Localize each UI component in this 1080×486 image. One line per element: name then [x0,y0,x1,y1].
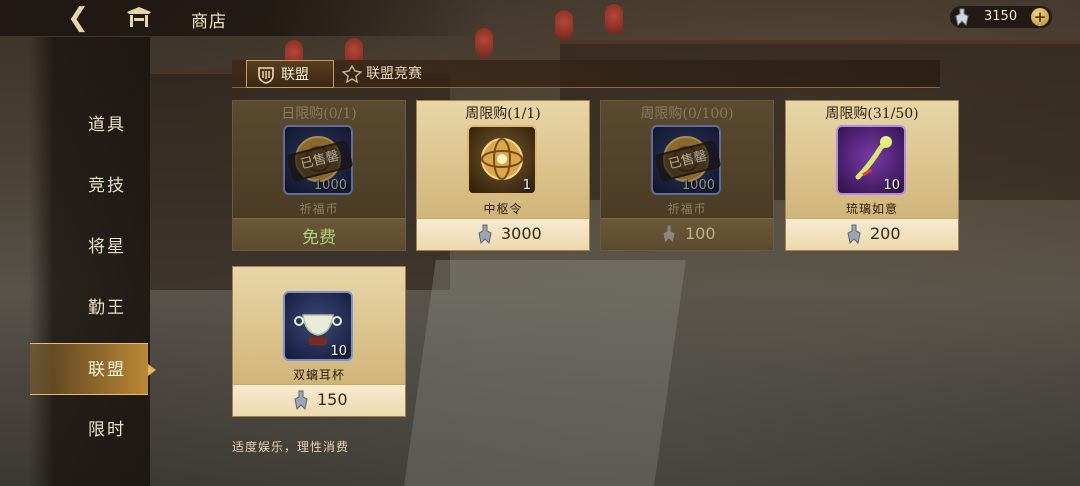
sidebar-item-limited[interactable]: 限时 [30,404,148,456]
item-price: 150 [317,390,348,409]
price-bar[interactable]: 100 [601,218,773,250]
item-name: 祈福币 [667,202,707,216]
token-icon [291,389,311,415]
purchase-limit: 周限购(1/1) [465,106,541,122]
item-icon-box: 1000 已售罄 [651,125,722,195]
item-icon-box: 1 [467,125,537,195]
shop-item-card[interactable]: 10 双螭耳杯 150 [232,266,406,417]
purchase-limit: 周限购(31/50) [825,106,919,122]
shop-item-card[interactable]: 日限购(0/1) 1000 已售罄 祈福币 免费 [232,100,406,251]
purchase-limit: 日限购(0/1) [281,106,357,122]
shop-item-card[interactable]: 周限购(1/1) 1 中枢令 3000 [416,100,590,251]
page-title: 商店 [191,12,227,32]
item-quantity: 10 [883,178,900,193]
sidebar-item-arena[interactable]: 竞技 [30,160,148,212]
category-sidebar: 道具 竞技 将星 勤王 联盟 限时 [30,37,156,486]
item-icon-box: 10 [836,125,906,195]
sidebar-item-general-star[interactable]: 将星 [30,221,148,273]
item-quantity: 1000 [681,178,715,193]
currency-display: 3150 + [950,6,1052,28]
item-price: 3000 [501,224,542,243]
sidebar-item-alliance[interactable]: 联盟 [30,343,156,395]
item-quantity: 1 [522,178,531,193]
back-arrow-icon[interactable]: ❮ [58,4,98,32]
shield-icon [257,66,275,94]
item-quantity: 10 [330,344,347,359]
add-currency-button[interactable]: + [1031,8,1049,26]
token-icon [659,223,679,249]
item-name: 祈福币 [299,202,339,216]
background-road [404,260,686,486]
item-name: 中枢令 [483,202,523,216]
token-icon [475,223,495,249]
item-icon-box: 1000 已售罄 [283,125,354,195]
shop-tab-bar: 联盟 联盟竞赛 [232,60,940,88]
top-bar: ❮ 商店 3150 + [0,0,1080,36]
tab-alliance[interactable]: 联盟 [246,60,334,88]
free-label: 免费 [302,228,336,248]
sidebar-item-royal-aid[interactable]: 勤王 [30,282,148,334]
item-name: 琉璃如意 [845,202,898,216]
price-bar[interactable]: 免费 [233,218,405,250]
footer-note: 适度娱乐，理性消费 [232,440,350,454]
shop-item-card[interactable]: 周限购(31/50) 10 琉璃如意 200 [785,100,959,251]
tab-alliance-contest[interactable]: 联盟竞赛 [332,60,452,88]
gate-icon[interactable] [125,6,153,28]
item-price: 100 [685,224,716,243]
currency-value: 3150 [984,9,1018,24]
purchase-limit: 周限购(0/100) [640,106,734,122]
token-icon [952,7,972,31]
item-quantity: 1000 [313,178,347,193]
token-icon [844,223,864,249]
sidebar-item-props[interactable]: 道具 [30,99,148,151]
crest-icon [341,64,363,93]
tab-label: 联盟 [281,67,309,83]
item-icon-box: 10 [283,291,353,361]
price-bar[interactable]: 200 [786,218,958,250]
price-bar[interactable]: 150 [233,384,405,416]
item-price: 200 [870,224,901,243]
tab-label: 联盟竞赛 [366,66,422,82]
price-bar[interactable]: 3000 [417,218,589,250]
shop-item-card[interactable]: 周限购(0/100) 1000 已售罄 祈福币 100 [600,100,774,251]
item-name: 双螭耳杯 [292,368,345,382]
